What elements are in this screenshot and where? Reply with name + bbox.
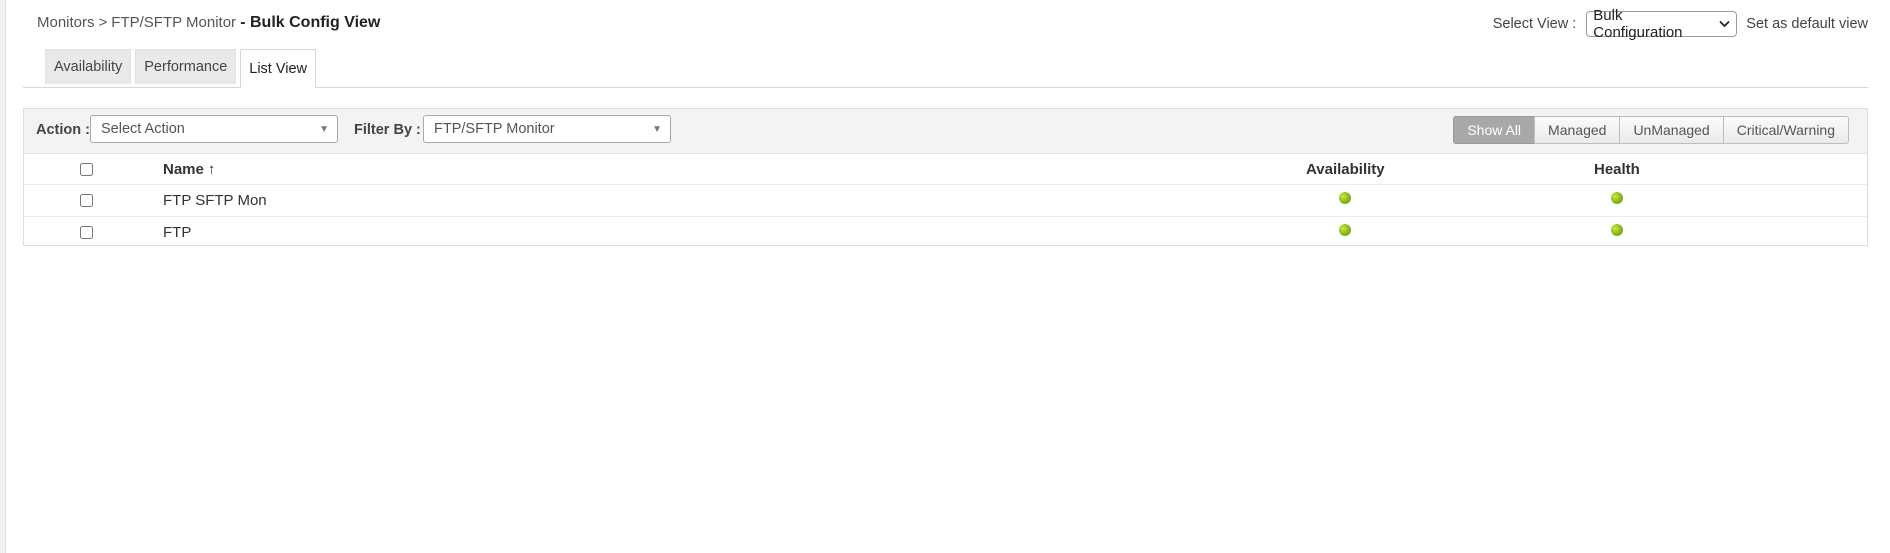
name-column-header[interactable]: Name ↑ — [163, 161, 215, 178]
action-dropdown[interactable]: Select Action ▼ — [90, 115, 338, 143]
monitor-name-link[interactable]: FTP — [163, 224, 191, 241]
health-status-icon[interactable] — [1611, 192, 1623, 204]
tab-availability-label: Availability — [54, 59, 123, 75]
health-status-icon[interactable] — [1611, 224, 1623, 236]
availability-status-icon[interactable] — [1339, 192, 1351, 204]
select-view-label: Select View : — [1492, 16, 1577, 32]
select-all-checkbox[interactable] — [80, 163, 93, 176]
monitor-table: Name ↑ Availability Health FTP SFTP Mon F… — [24, 154, 1867, 248]
action-dropdown-value: Select Action — [101, 121, 185, 137]
table-header-row: Name ↑ Availability Health — [24, 154, 1867, 185]
filter-by-dropdown-value: FTP/SFTP Monitor — [434, 121, 555, 137]
list-view-panel: Action : Select Action ▼ Filter By : FTP… — [23, 108, 1868, 246]
table-row: FTP — [24, 217, 1867, 248]
filter-by-dropdown[interactable]: FTP/SFTP Monitor ▼ — [423, 115, 671, 143]
row-checkbox[interactable] — [80, 194, 93, 207]
name-column-header-label: Name — [163, 161, 204, 178]
filter-button-group: Show All Managed UnManaged Critical/Warn… — [1453, 116, 1849, 144]
view-select-value: Bulk Configuration — [1593, 7, 1683, 41]
page-title: - Bulk Config View — [240, 14, 381, 31]
show-all-button[interactable]: Show All — [1453, 116, 1536, 144]
action-label: Action : — [36, 122, 90, 138]
unmanaged-button[interactable]: UnManaged — [1619, 116, 1724, 144]
tab-performance-label: Performance — [144, 59, 228, 75]
tab-list-view[interactable]: List View — [240, 49, 317, 88]
table-row: FTP SFTP Mon — [24, 185, 1867, 217]
row-checkbox[interactable] — [80, 226, 93, 239]
tab-list-view-label: List View — [249, 60, 308, 77]
toolbar: Action : Select Action ▼ Filter By : FTP… — [24, 109, 1867, 154]
left-edge-border — [0, 0, 6, 553]
caret-down-icon: ▼ — [652, 124, 662, 135]
monitor-name-link[interactable]: FTP SFTP Mon — [163, 192, 267, 209]
critical-warning-button[interactable]: Critical/Warning — [1722, 116, 1849, 144]
filter-by-label: Filter By : — [354, 122, 421, 138]
tab-performance[interactable]: Performance — [135, 49, 237, 84]
breadcrumb: Monitors > FTP/SFTP Monitor - Bulk Config … — [37, 14, 380, 32]
availability-status-icon[interactable] — [1339, 224, 1351, 236]
view-selector: Select View : Bulk Configuration Set as … — [1492, 7, 1868, 41]
breadcrumb-ftp-sftp-monitor[interactable]: FTP/SFTP Monitor — [111, 14, 236, 31]
breadcrumb-monitors[interactable]: Monitors — [37, 14, 95, 31]
managed-button[interactable]: Managed — [1534, 116, 1621, 144]
view-select-dropdown[interactable]: Bulk Configuration — [1586, 7, 1738, 41]
set-default-view-link[interactable]: Set as default view — [1746, 16, 1868, 32]
tab-bar: Availability Performance List View — [45, 49, 320, 88]
availability-column-header[interactable]: Availability — [1306, 161, 1385, 178]
breadcrumb-separator: > — [98, 14, 108, 31]
tab-availability[interactable]: Availability — [45, 49, 132, 84]
health-column-header[interactable]: Health — [1594, 161, 1640, 178]
arrow-up-icon: ↑ — [207, 161, 216, 178]
caret-down-icon: ▼ — [319, 124, 329, 135]
chevron-down-icon — [1719, 17, 1730, 31]
